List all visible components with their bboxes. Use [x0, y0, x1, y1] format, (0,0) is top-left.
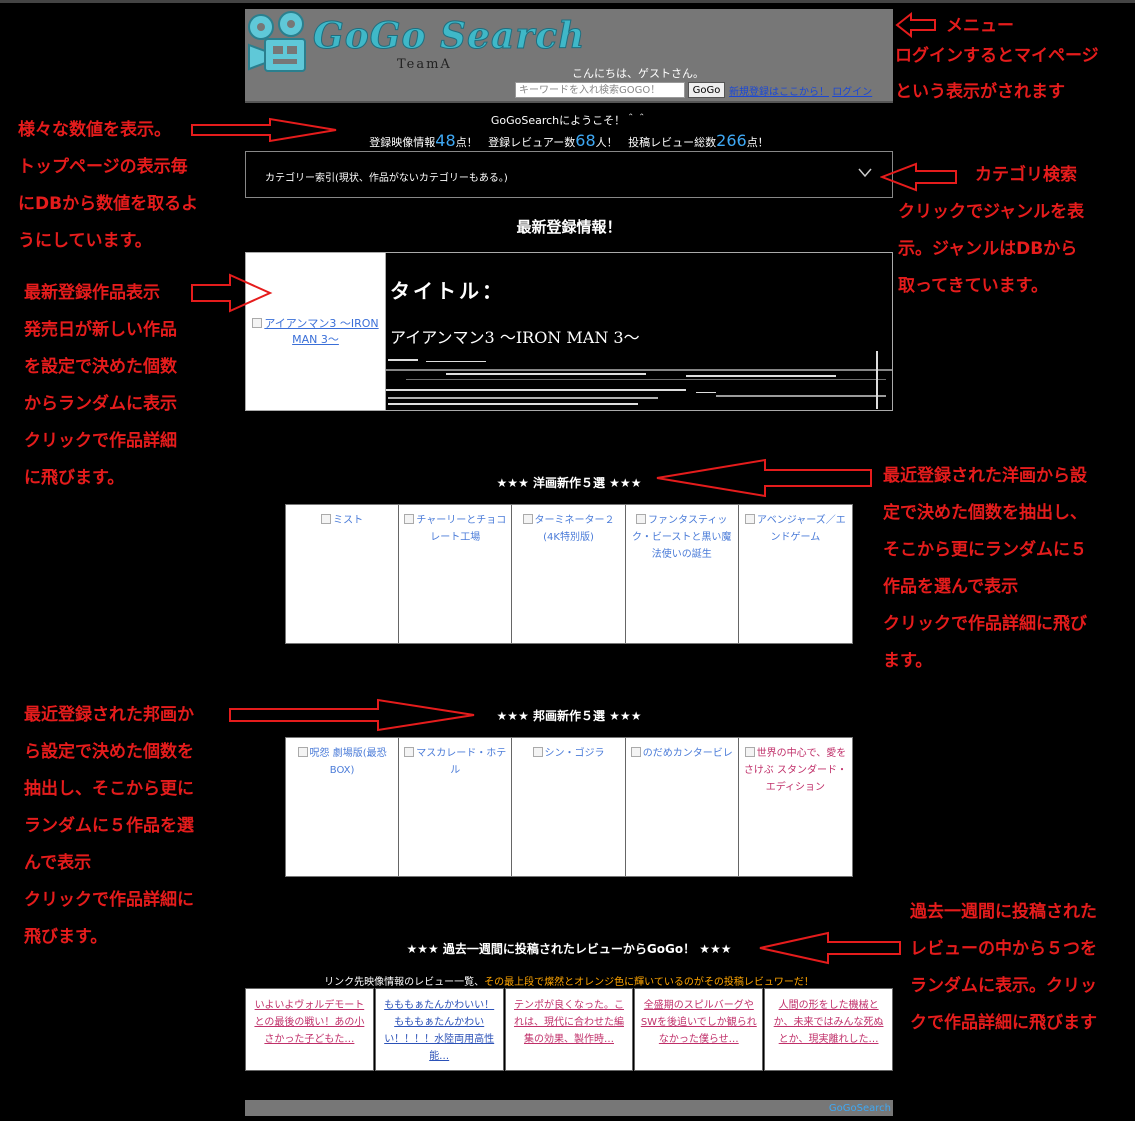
japanese-item-title[interactable]: シン・ゴジラ — [545, 748, 605, 759]
login-link[interactable]: ログイン — [832, 87, 872, 98]
western-item[interactable]: アベンジャーズ／エンドゲーム — [738, 505, 852, 643]
latest-featured-card[interactable]: アイアンマン3 ～IRON MAN 3～ タイトル： アイアンマン3 ～IRON… — [245, 252, 893, 411]
reviews-grid: いよいよヴォルデモートとの最後の戦い！あの小さかった子どもた… もももぁたんかわ… — [245, 988, 893, 1071]
japanese-item[interactable]: マスカレード・ホテル — [399, 738, 513, 876]
broken-image-icon — [636, 514, 646, 524]
review-item[interactable]: いよいよヴォルデモートとの最後の戦い！あの小さかった子どもた… — [245, 988, 374, 1071]
review-item[interactable]: テンポが良くなった。これは、現代に合わせた編集の効果、製作時… — [504, 988, 634, 1071]
broken-image-icon — [744, 747, 755, 757]
broken-image-icon — [745, 514, 755, 524]
review-excerpt[interactable]: いよいよヴォルデモートとの最後の戦い！あの小さかった子どもた… — [254, 1000, 364, 1045]
left-arrow-icon — [880, 162, 957, 192]
garbled-description — [386, 351, 892, 409]
top-border — [0, 0, 1135, 3]
western-item-title[interactable]: ファンタスティック・ビーストと黒い魔法使いの誕生 — [632, 515, 731, 560]
latest-title-label: タイトル： — [390, 279, 505, 303]
left-arrow-icon — [759, 931, 901, 965]
broken-image-icon — [630, 747, 641, 757]
latest-heading: 最新登録情報！ — [516, 218, 622, 236]
review-item[interactable]: 全盛期のスピルバーグやSWを後追いでしか観られなかった僕らせ… — [634, 988, 764, 1071]
japanese-item[interactable]: 呪怨 劇場版(最恐BOX) — [286, 738, 400, 876]
review-excerpt[interactable]: もももぁたんかわいい！もももぁたんかわいい！！！！水陸両用高性能… — [384, 1000, 494, 1062]
review-excerpt[interactable]: 人間の形をした機械とか、未来ではみんな死ぬとか、現実離れした… — [774, 1000, 884, 1045]
annotation-menu-detail: ログインするとマイページ という表示がされます — [895, 46, 1099, 102]
reviewers-unit: 人！ — [595, 136, 618, 149]
movies-count: 48 — [435, 131, 456, 150]
reviews-subtext: リンク先映像情報のレビュー一覧、その最上段で燦然とオレンジ色に輝いているのがその… — [245, 973, 893, 988]
right-arrow-icon — [191, 273, 273, 313]
welcome-text: GoGoSearchにようこそ！＾＾ — [490, 114, 648, 127]
greeting-text: こんにちは、ゲストさん。 — [572, 67, 704, 80]
film-camera-icon — [248, 11, 306, 72]
annotation-japanese: 最近登録された邦画か ら設定で決めた個数を 抽出し、そこから更に ランダムに５作… — [24, 705, 194, 947]
right-arrow-icon — [229, 698, 475, 732]
japanese-item-title[interactable]: 世界の中心で、愛をさけぶ スタンダード・エディション — [744, 748, 847, 793]
western-item[interactable]: チャーリーとチョコレート工場 — [399, 505, 513, 643]
chevron-down-icon — [858, 168, 872, 178]
japanese-item-title[interactable]: のだめカンタービレ — [643, 748, 733, 759]
category-label: カテゴリー索引(現状、作品がないカテゴリーもある。) — [265, 173, 508, 184]
japanese-item-title[interactable]: マスカレード・ホテル — [416, 748, 506, 776]
broken-image-icon — [404, 747, 415, 757]
japanese-grid: 呪怨 劇場版(最恐BOX) マスカレード・ホテル シン・ゴジラ のだめカンタービ… — [285, 737, 853, 877]
japanese-item[interactable]: 世界の中心で、愛をさけぶ スタンダード・エディション — [738, 738, 852, 876]
site-stats: 登録映像情報48点！ 登録レビュアー数68人！ 投稿レビュー総数266点！ — [245, 131, 893, 150]
team-label: TeamA — [397, 57, 452, 72]
western-item-title[interactable]: チャーリーとチョコレート工場 — [416, 515, 506, 543]
site-logo-text[interactable]: GoGo Search — [312, 15, 585, 58]
western-item[interactable]: ミスト — [286, 505, 400, 643]
broken-image-icon — [252, 318, 263, 328]
annotation-stats: 様々な数値を表示。 トップページの表示毎 にDBから数値を取るよ うにしています… — [18, 120, 199, 251]
search-input[interactable] — [515, 82, 685, 98]
broken-image-icon — [404, 514, 415, 524]
annotation-reviews: 過去一週間に投稿された レビューの中から５つを ランダムに表示。クリッ クで作品… — [910, 902, 1097, 1033]
right-arrow-icon — [191, 117, 337, 143]
review-item[interactable]: もももぁたんかわいい！もももぁたんかわいい！！！！水陸両用高性能… — [374, 988, 504, 1071]
site-header: GoGo Search TeamA こんにちは、ゲストさん。 GoGo 新規登録… — [245, 9, 893, 103]
review-excerpt[interactable]: テンポが良くなった。これは、現代に合わせた編集の効果、製作時… — [514, 1000, 624, 1045]
broken-image-icon — [297, 747, 308, 757]
reviews-label: 投稿レビュー総数 — [628, 136, 717, 149]
western-item[interactable]: ファンタスティック・ビーストと黒い魔法使いの誕生 — [625, 505, 739, 643]
review-item[interactable]: 人間の形をした機械とか、未来ではみんな死ぬとか、現実離れした… — [764, 988, 893, 1071]
reviewers-label: 登録レビュアー数 — [488, 136, 576, 149]
reviewers-count: 68 — [575, 131, 596, 150]
review-excerpt[interactable]: 全盛期のスピルバーグやSWを後追いでしか観られなかった僕らせ… — [641, 1000, 757, 1045]
western-item-title[interactable]: ミスト — [333, 515, 363, 526]
register-link[interactable]: 新規登録はここから！ — [729, 87, 829, 98]
latest-title: アイアンマン3 ～IRON MAN 3～ — [390, 328, 640, 347]
western-item-title[interactable]: ターミネーター２(4K特別版) — [535, 515, 615, 543]
broken-image-icon — [522, 514, 533, 524]
western-item[interactable]: ターミネーター２(4K特別版) — [512, 505, 626, 643]
category-dropdown[interactable]: カテゴリー索引(現状、作品がないカテゴリーもある。) — [245, 151, 893, 198]
annotation-western: 最近登録された洋画から設 定で決めた個数を抽出し、 そこから更にランダムに５ 作… — [883, 466, 1087, 671]
broken-image-icon — [532, 747, 543, 757]
auth-links: 新規登録はここから！ ログイン — [729, 83, 872, 98]
site-footer: GoGoSearch — [245, 1100, 893, 1116]
japanese-item[interactable]: のだめカンタービレ — [625, 738, 739, 876]
latest-image-alt[interactable]: アイアンマン3 ～IRON MAN 3～ — [264, 317, 378, 346]
annotation-category-title: カテゴリ検索 — [975, 165, 1077, 185]
japanese-item[interactable]: シン・ゴジラ — [512, 738, 626, 876]
search-button[interactable]: GoGo — [688, 82, 725, 98]
annotation-category: クリックでジャンルを表 示。ジャンルはDBから 取ってきています。 — [898, 202, 1085, 296]
reviews-count: 266 — [716, 131, 747, 150]
reviews-sub-text: リンク先映像情報のレビュー一覧、 — [324, 977, 485, 988]
movies-unit: 点！ — [455, 136, 478, 149]
reviews-sub-highlight: その最上段で燦然とオレンジ色に輝いているのがその投稿レビュワーだ！ — [484, 977, 814, 988]
reviews-unit: 点！ — [746, 136, 769, 149]
broken-image-icon — [321, 514, 332, 524]
japanese-item-title[interactable]: 呪怨 劇場版(最恐BOX) — [310, 748, 387, 776]
annotation-latest: 最新登録作品表示 発売日が新しい作品 を設定で決めた個数 からランダムに表示 ク… — [24, 283, 177, 488]
left-arrow-icon — [656, 458, 872, 498]
left-arrow-icon — [895, 12, 936, 38]
movies-label: 登録映像情報 — [369, 136, 436, 149]
western-grid: ミスト チャーリーとチョコレート工場 ターミネーター２(4K特別版) ファンタス… — [285, 504, 853, 644]
western-item-title[interactable]: アベンジャーズ／エンドゲーム — [757, 515, 846, 543]
